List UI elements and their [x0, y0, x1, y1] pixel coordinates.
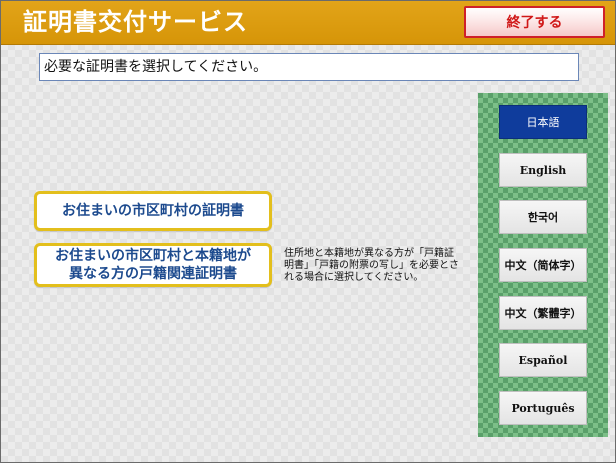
language-button-korean[interactable]: 한국어 — [499, 200, 587, 234]
resident-certificate-label: お住まいの市区町村の証明書 — [62, 203, 244, 219]
end-button[interactable]: 終了する — [464, 6, 605, 38]
language-button-english[interactable]: English — [499, 153, 587, 187]
language-button-chinese-simplified[interactable]: 中文（简体字） — [499, 248, 587, 282]
family-register-certificate-label-line2: 異なる方の戸籍関連証明書 — [69, 266, 237, 282]
instruction-box: 必要な証明書を選択してください。 — [39, 53, 579, 81]
family-register-note: 住所地と本籍地が異なる方が「戸籍証明書」「戸籍の附票の写し」を必要とされる場合に… — [284, 248, 459, 283]
page-title: 証明書交付サービス — [23, 8, 248, 36]
kiosk-screen: 証明書交付サービス 終了する 必要な証明書を選択してください。 お住まいの市区町… — [0, 0, 616, 463]
language-button-japanese[interactable]: 日本語 — [499, 105, 587, 139]
language-button-portuguese[interactable]: Português — [499, 391, 587, 425]
header-bar: 証明書交付サービス 終了する — [1, 1, 615, 45]
family-register-certificate-label-line1: お住まいの市区町村と本籍地が — [55, 248, 251, 264]
family-register-certificate-button[interactable]: お住まいの市区町村と本籍地が 異なる方の戸籍関連証明書 — [34, 243, 272, 287]
resident-certificate-button[interactable]: お住まいの市区町村の証明書 — [34, 191, 272, 231]
family-register-certificate-label: お住まいの市区町村と本籍地が 異なる方の戸籍関連証明書 — [55, 247, 251, 283]
language-button-chinese-traditional[interactable]: 中文（繁體字） — [499, 296, 587, 330]
language-button-spanish[interactable]: Español — [499, 343, 587, 377]
language-panel: 日本語 English 한국어 中文（简体字） 中文（繁體字） Español … — [478, 93, 608, 437]
